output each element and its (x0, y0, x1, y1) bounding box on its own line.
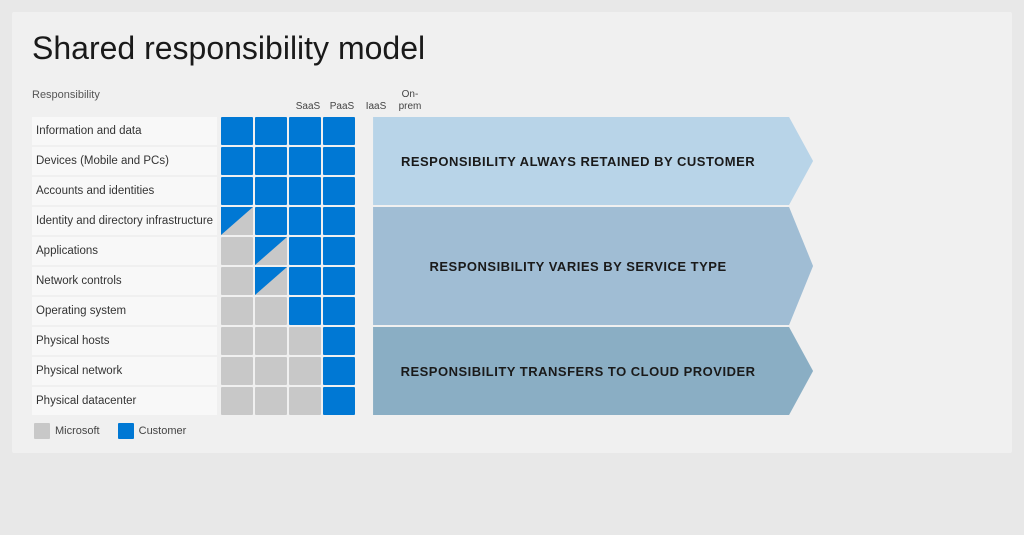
cell-6-2 (289, 297, 321, 325)
arrows-col: RESPONSIBILITY ALWAYS RETAINED BY CUSTOM… (373, 117, 813, 415)
cell-1-1 (255, 147, 287, 175)
row-cells-1 (221, 147, 355, 175)
cell-9-1 (255, 387, 287, 415)
cell-3-1 (255, 207, 287, 235)
cell-5-2 (289, 267, 321, 295)
row-labels: Information and dataDevices (Mobile and … (32, 117, 217, 415)
header-row: Responsibility SaaSPaaSIaaSOn-prem (32, 89, 992, 115)
cell-6-1 (255, 297, 287, 325)
row-label-2: Accounts and identities (32, 177, 217, 205)
col-header-0: SaaS (292, 101, 324, 113)
cell-5-3 (323, 267, 355, 295)
grid-and-arrows: Information and dataDevices (Mobile and … (32, 117, 992, 415)
cell-7-3 (323, 327, 355, 355)
row-cells-2 (221, 177, 355, 205)
cell-half-5-1 (255, 267, 287, 295)
cell-2-0 (221, 177, 253, 205)
row-cells-4 (221, 237, 355, 265)
cell-1-0 (221, 147, 253, 175)
legend: Microsoft Customer (32, 423, 992, 439)
cell-0-3 (323, 117, 355, 145)
row-label-7: Physical hosts (32, 327, 217, 355)
cell-8-3 (323, 357, 355, 385)
row-label-3: Identity and directory infrastructure (32, 207, 217, 235)
arrow-band-2: RESPONSIBILITY TRANSFERS TO CLOUD PROVID… (373, 327, 813, 415)
cell-1-3 (323, 147, 355, 175)
cell-half-4-1 (255, 237, 287, 265)
cell-6-0 (221, 297, 253, 325)
row-label-4: Applications (32, 237, 217, 265)
row-label-0: Information and data (32, 117, 217, 145)
col-header-1: PaaS (326, 101, 358, 113)
responsibility-col-header: Responsibility (32, 89, 292, 115)
cell-4-3 (323, 237, 355, 265)
cell-7-2 (289, 327, 321, 355)
legend-customer-label: Customer (139, 425, 187, 437)
cell-6-3 (323, 297, 355, 325)
arrow-text-0: RESPONSIBILITY ALWAYS RETAINED BY CUSTOM… (393, 154, 783, 169)
cell-3-2 (289, 207, 321, 235)
main-container: Shared responsibility model Responsibili… (12, 12, 1012, 453)
legend-customer-box (118, 423, 134, 439)
row-cells-6 (221, 297, 355, 325)
row-cells-9 (221, 387, 355, 415)
col-header-3: On-prem (394, 89, 426, 113)
cell-8-1 (255, 357, 287, 385)
legend-microsoft-label: Microsoft (55, 425, 100, 437)
row-label-1: Devices (Mobile and PCs) (32, 147, 217, 175)
cell-8-0 (221, 357, 253, 385)
cell-3-3 (323, 207, 355, 235)
col-header-2: IaaS (360, 101, 392, 113)
arrow-shape-0: RESPONSIBILITY ALWAYS RETAINED BY CUSTOM… (373, 117, 813, 205)
page-title: Shared responsibility model (32, 30, 992, 67)
cell-1-2 (289, 147, 321, 175)
cell-4-2 (289, 237, 321, 265)
cell-2-1 (255, 177, 287, 205)
row-cells-0 (221, 117, 355, 145)
cell-9-3 (323, 387, 355, 415)
cell-4-0 (221, 237, 253, 265)
arrow-text-2: RESPONSIBILITY TRANSFERS TO CLOUD PROVID… (393, 364, 783, 379)
chart-area: Responsibility SaaSPaaSIaaSOn-prem Infor… (32, 89, 992, 439)
cell-0-2 (289, 117, 321, 145)
cell-0-1 (255, 117, 287, 145)
cell-7-1 (255, 327, 287, 355)
cell-8-2 (289, 357, 321, 385)
legend-customer: Customer (118, 423, 187, 439)
row-label-9: Physical datacenter (32, 387, 217, 415)
cell-5-0 (221, 267, 253, 295)
arrow-text-1: RESPONSIBILITY VARIES BY SERVICE TYPE (393, 259, 783, 274)
row-cells-7 (221, 327, 355, 355)
cell-half-3-0 (221, 207, 253, 235)
row-cells-5 (221, 267, 355, 295)
cell-2-3 (323, 177, 355, 205)
cell-0-0 (221, 117, 253, 145)
cell-7-0 (221, 327, 253, 355)
row-cells-8 (221, 357, 355, 385)
arrow-shape-2: RESPONSIBILITY TRANSFERS TO CLOUD PROVID… (373, 327, 813, 415)
cell-2-2 (289, 177, 321, 205)
cell-9-0 (221, 387, 253, 415)
row-label-6: Operating system (32, 297, 217, 325)
arrow-band-0: RESPONSIBILITY ALWAYS RETAINED BY CUSTOM… (373, 117, 813, 205)
arrow-shape-1: RESPONSIBILITY VARIES BY SERVICE TYPE (373, 207, 813, 325)
row-label-8: Physical network (32, 357, 217, 385)
legend-microsoft: Microsoft (34, 423, 100, 439)
arrow-band-1: RESPONSIBILITY VARIES BY SERVICE TYPE (373, 207, 813, 325)
grid-left: Information and dataDevices (Mobile and … (32, 117, 355, 415)
row-label-5: Network controls (32, 267, 217, 295)
col-headers: SaaSPaaSIaaSOn-prem (292, 89, 426, 115)
row-cells-3 (221, 207, 355, 235)
cells-area (221, 117, 355, 415)
legend-microsoft-box (34, 423, 50, 439)
cell-9-2 (289, 387, 321, 415)
